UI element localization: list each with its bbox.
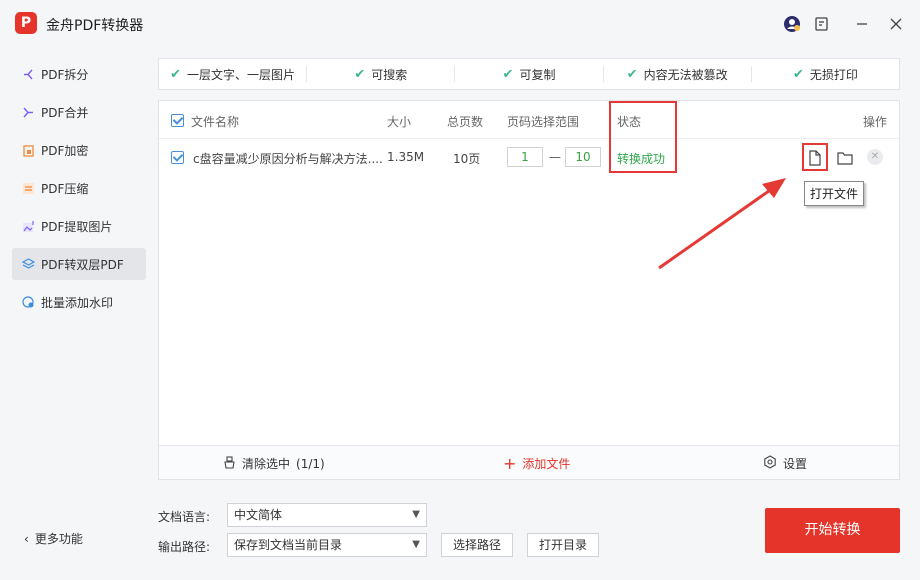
file-panel: 文件名称 大小 总页数 页码选择范围 状态 操作 c盘容量减少原因分析与解决方法… xyxy=(158,100,900,480)
table-header: 文件名称 大小 总页数 页码选择范围 状态 操作 xyxy=(159,101,899,139)
layers-icon xyxy=(22,257,35,271)
settings-button[interactable]: 设置 xyxy=(763,455,807,472)
app-logo: P xyxy=(15,12,37,34)
sidebar-item-pdf-encrypt[interactable]: PDF加密 xyxy=(12,134,146,166)
choose-path-button[interactable]: 选择路径 xyxy=(441,533,513,557)
chevron-left-icon: ‹ xyxy=(24,532,29,546)
start-convert-button[interactable]: 开始转换 xyxy=(765,508,900,553)
clear-selected-button[interactable]: 清除选中 (1/1) xyxy=(223,455,325,472)
gear-icon xyxy=(763,455,777,472)
sidebar-item-label: PDF转双层PDF xyxy=(41,257,124,272)
sidebar-item-label: 批量添加水印 xyxy=(41,295,114,310)
plus-icon: + xyxy=(503,453,517,473)
image-icon xyxy=(22,220,35,233)
page-range-from-input[interactable]: 1 xyxy=(507,147,543,167)
sidebar-item-pdf-compress[interactable]: PDF压缩 xyxy=(12,172,146,204)
check-icon: ✔ xyxy=(170,66,182,82)
range-dash: — xyxy=(549,150,561,164)
sidebar-item-label: PDF提取图片 xyxy=(41,219,113,234)
header-total-pages: 总页数 xyxy=(447,115,484,129)
open-directory-button[interactable]: 打开目录 xyxy=(527,533,599,557)
more-features-button[interactable]: ‹ 更多功能 xyxy=(24,530,83,547)
feature-item: ✔ 无损打印 xyxy=(792,66,858,82)
app-title: 金舟PDF转换器 xyxy=(46,18,144,34)
header-file-name: 文件名称 xyxy=(191,115,240,129)
compress-icon xyxy=(22,182,35,195)
add-file-button[interactable]: + 添加文件 xyxy=(503,455,570,472)
broom-icon xyxy=(223,455,236,472)
open-folder-icon[interactable] xyxy=(836,149,854,167)
split-icon xyxy=(22,68,35,81)
sidebar-item-pdf-to-double-layer[interactable]: PDF转双层PDF xyxy=(12,248,146,280)
feature-item: ✔ 可搜索 xyxy=(307,66,456,82)
sidebar-item-label: PDF拆分 xyxy=(41,67,89,82)
chevron-down-icon: ▼ xyxy=(412,509,420,520)
sidebar-item-batch-watermark[interactable]: 批量添加水印 xyxy=(12,286,146,318)
header-size: 大小 xyxy=(387,115,412,129)
feature-item: ✔ 内容无法被篡改 xyxy=(604,66,752,82)
watermark-icon xyxy=(22,295,35,309)
sidebar-item-pdf-split[interactable]: PDF拆分 xyxy=(12,58,146,90)
sidebar-item-pdf-extract-images[interactable]: PDF提取图片 xyxy=(12,210,146,242)
sidebar-item-label: PDF合并 xyxy=(41,105,89,120)
panel-footer: 清除选中 (1/1) + 添加文件 设置 xyxy=(159,445,899,479)
open-file-highlight-box xyxy=(802,143,828,171)
select-all-checkbox[interactable] xyxy=(171,114,184,127)
feature-item: ✔ 可复制 xyxy=(455,66,604,82)
chevron-down-icon: ▼ xyxy=(412,539,420,550)
minimize-icon[interactable] xyxy=(851,13,873,35)
file-size: 1.35M xyxy=(387,150,425,164)
row-checkbox[interactable] xyxy=(171,151,184,164)
page-count: 10页 xyxy=(453,152,481,166)
sidebar-item-label: PDF压缩 xyxy=(41,181,89,196)
feedback-icon[interactable] xyxy=(811,13,833,35)
output-path-select[interactable]: 保存到文档当前目录 ▼ xyxy=(227,533,427,557)
file-name: c盘容量减少原因分析与解决方法.... xyxy=(193,152,383,166)
output-path-label: 输出路径: xyxy=(158,540,211,554)
close-window-icon[interactable] xyxy=(885,13,907,35)
document-language-label: 文档语言: xyxy=(158,510,211,524)
open-file-tooltip: 打开文件 xyxy=(804,181,865,206)
table-row: c盘容量减少原因分析与解决方法.... 1.35M 10页 1 — 10 转换成… xyxy=(159,139,899,177)
sidebar: PDF拆分 PDF合并 PDF加密 PDF压缩 PDF提取图片 PDF转双层PD… xyxy=(0,50,158,580)
user-avatar-icon[interactable] xyxy=(781,13,803,35)
remove-file-icon[interactable]: ✕ xyxy=(867,149,883,165)
page-range-to-input[interactable]: 10 xyxy=(565,147,601,167)
document-language-select[interactable]: 中文简体 ▼ xyxy=(227,503,427,527)
status-highlight-box xyxy=(609,101,677,173)
feature-strip: ✔ 一层文字、一层图片 ✔ 可搜索 ✔ 可复制 ✔ 内容无法被篡改 ✔ 无损打印 xyxy=(158,58,900,90)
check-icon: ✔ xyxy=(502,66,514,82)
feature-item: ✔ 一层文字、一层图片 xyxy=(159,66,308,82)
check-icon: ✔ xyxy=(626,66,638,82)
sidebar-item-label: PDF加密 xyxy=(41,143,89,158)
sidebar-item-pdf-merge[interactable]: PDF合并 xyxy=(12,96,146,128)
header-page-range: 页码选择范围 xyxy=(507,115,580,129)
check-icon: ✔ xyxy=(354,66,366,82)
title-bar: P 金舟PDF转换器 xyxy=(0,0,920,50)
check-icon: ✔ xyxy=(792,66,804,82)
lock-icon xyxy=(22,144,35,157)
header-operations: 操作 xyxy=(863,115,888,129)
merge-icon xyxy=(22,106,35,119)
